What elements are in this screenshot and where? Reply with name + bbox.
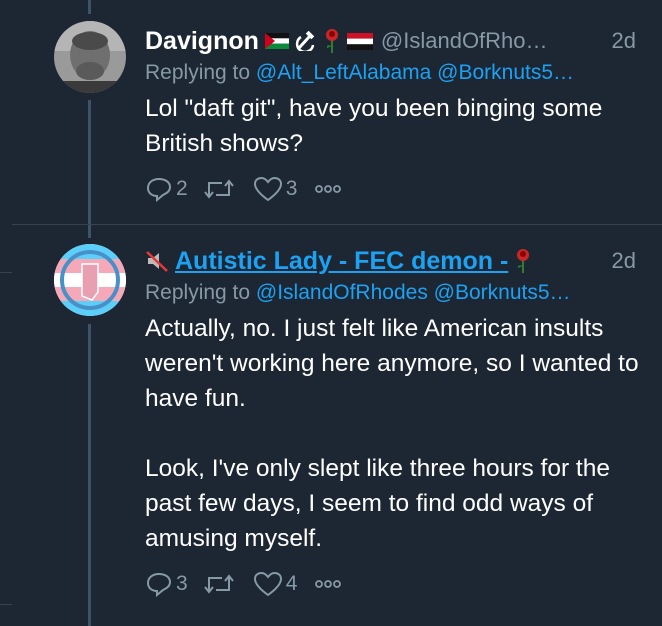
reply-count: 2 xyxy=(176,177,188,200)
user-handle[interactable]: @IslandOfRho… xyxy=(381,28,548,54)
reply-button[interactable]: 2 xyxy=(145,175,188,203)
thread-view: Davignon @IslandOfRho… 2d Replying to @A… xyxy=(0,0,662,626)
heart-icon xyxy=(253,176,282,202)
tweet-header: Autistic Lady - FEC demon - 2d xyxy=(145,244,650,278)
muted-speaker-icon xyxy=(145,249,171,273)
thread-connector-line xyxy=(88,324,91,626)
more-options-icon[interactable] xyxy=(315,184,342,194)
display-name[interactable]: Davignon xyxy=(145,27,259,56)
retweet-icon xyxy=(203,179,234,199)
reply-button[interactable]: 3 xyxy=(145,570,188,598)
retweet-icon xyxy=(203,574,234,594)
yemen-flag-icon xyxy=(346,32,373,50)
mention-link[interactable]: @IslandOfRhodes xyxy=(256,281,428,304)
like-count: 3 xyxy=(285,177,298,200)
rose-icon xyxy=(323,28,341,54)
timestamp[interactable]: 2d xyxy=(612,248,650,274)
tweet-actions: 3 4 xyxy=(145,564,650,604)
replying-to-label: Replying to xyxy=(145,281,251,304)
replying-to: Replying to @IslandOfRhodes @Borknuts5… xyxy=(145,278,650,308)
hammer-sickle-icon xyxy=(295,31,317,51)
replying-to: Replying to @Alt_LeftAlabama @Borknuts5… xyxy=(145,58,650,88)
heart-icon xyxy=(253,571,282,597)
tweet-content: Davignon @IslandOfRho… 2d Replying to @A… xyxy=(145,24,650,209)
tweet-text: Actually, no. I just felt like American … xyxy=(145,311,650,556)
tweet-paragraph: Actually, no. I just felt like American … xyxy=(145,315,639,412)
tweet-paragraph: Lol "daft git", have you been binging so… xyxy=(145,95,603,157)
retweet-button[interactable] xyxy=(202,176,239,202)
mention-link[interactable]: @Alt_LeftAlabama xyxy=(256,61,431,84)
tweet-actions: 2 3 xyxy=(145,169,650,209)
palestine-flag-icon xyxy=(264,33,289,49)
tweet-content: Autistic Lady - FEC demon - 2d Replying … xyxy=(145,244,650,604)
rose-icon xyxy=(514,248,532,274)
divider xyxy=(0,272,12,273)
like-button[interactable]: 4 xyxy=(253,570,298,598)
retweet-button[interactable] xyxy=(202,571,239,597)
timestamp[interactable]: 2d xyxy=(612,28,650,54)
thread-connector-line xyxy=(88,0,91,14)
more-options-icon[interactable] xyxy=(315,579,342,589)
tweet-paragraph: Look, I've only slept like three hours f… xyxy=(145,455,610,552)
reply-count: 3 xyxy=(176,572,188,595)
divider xyxy=(0,604,12,605)
tweet-separator xyxy=(12,224,662,225)
reply-icon xyxy=(146,572,172,598)
display-name[interactable]: Autistic Lady - FEC demon - xyxy=(175,247,508,276)
reply-icon xyxy=(146,177,172,203)
avatar[interactable] xyxy=(54,21,126,93)
mention-link[interactable]: @Borknuts5… xyxy=(434,281,571,304)
tweet-header: Davignon @IslandOfRho… 2d xyxy=(145,24,650,58)
thread-connector-line xyxy=(88,100,91,238)
avatar[interactable] xyxy=(54,244,126,316)
like-button[interactable]: 3 xyxy=(253,175,298,203)
tweet-text: Lol "daft git", have you been binging so… xyxy=(145,91,650,161)
replying-to-label: Replying to xyxy=(145,61,251,84)
mention-link[interactable]: @Borknuts5… xyxy=(437,61,574,84)
like-count: 4 xyxy=(285,572,298,595)
